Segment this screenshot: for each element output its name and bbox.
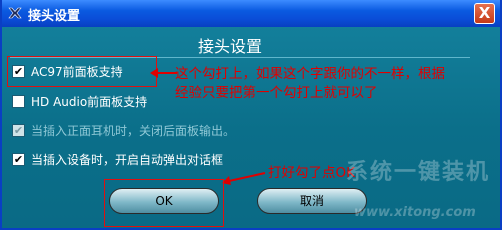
option-front-headphone: ✔ 当插入正面耳机时，关闭后面板输出。 [12, 122, 235, 138]
option-ac97[interactable]: ✔ AC97前面板支持 [12, 63, 123, 79]
ok-button[interactable]: OK [109, 188, 219, 214]
option-hd-audio[interactable]: HD Audio前面板支持 [12, 93, 147, 109]
dialog-content: 接头设置 ✔ AC97前面板支持 HD Audio前面板支持 ✔ 当插入正面耳机… [2, 27, 500, 228]
arrow-icon [150, 68, 177, 78]
title-bar[interactable]: 接头设置 X [2, 0, 500, 27]
app-icon [8, 7, 22, 19]
close-button[interactable]: X [474, 3, 495, 24]
watermark-url: www.xitong.com [354, 205, 476, 220]
checkbox-ac97[interactable]: ✔ [12, 64, 25, 78]
annotation-top-line1: 这个勾打上，如果这个字跟你的不一样，根据 [175, 66, 445, 82]
dialog-heading: 接头设置 [198, 37, 263, 56]
dialog-window: 接头设置 X 接头设置 ✔ AC97前面板支持 HD Audio前面板支持 ✔ … [0, 0, 502, 230]
cancel-button[interactable]: 取消 [257, 188, 367, 214]
watermark-brand: 系统一键装机 [346, 160, 491, 185]
window-title: 接头设置 [28, 9, 81, 24]
checkbox-front-headphone: ✔ [12, 123, 25, 137]
option-front-headphone-label: 当插入正面耳机时，关闭后面板输出。 [31, 123, 236, 138]
checkbox-auto-popup[interactable]: ✔ [12, 152, 25, 166]
annotation-ok: 打好勾了点OK [268, 165, 355, 181]
option-auto-popup[interactable]: ✔ 当插入设备时，开启自动弹出对话框 [12, 151, 223, 167]
checkbox-hd-audio[interactable] [12, 94, 25, 108]
option-ac97-label: AC97前面板支持 [31, 64, 123, 79]
annotation-top-line2: 经验只要把第一个勾打上就可以了 [175, 85, 378, 101]
annotation-top: 这个勾打上，如果这个字跟你的不一样，根据 经验只要把第一个勾打上就可以了 [175, 65, 495, 103]
option-hd-audio-label: HD Audio前面板支持 [31, 94, 148, 109]
arrow-icon [222, 172, 266, 185]
option-auto-popup-label: 当插入设备时，开启自动弹出对话框 [31, 152, 224, 167]
